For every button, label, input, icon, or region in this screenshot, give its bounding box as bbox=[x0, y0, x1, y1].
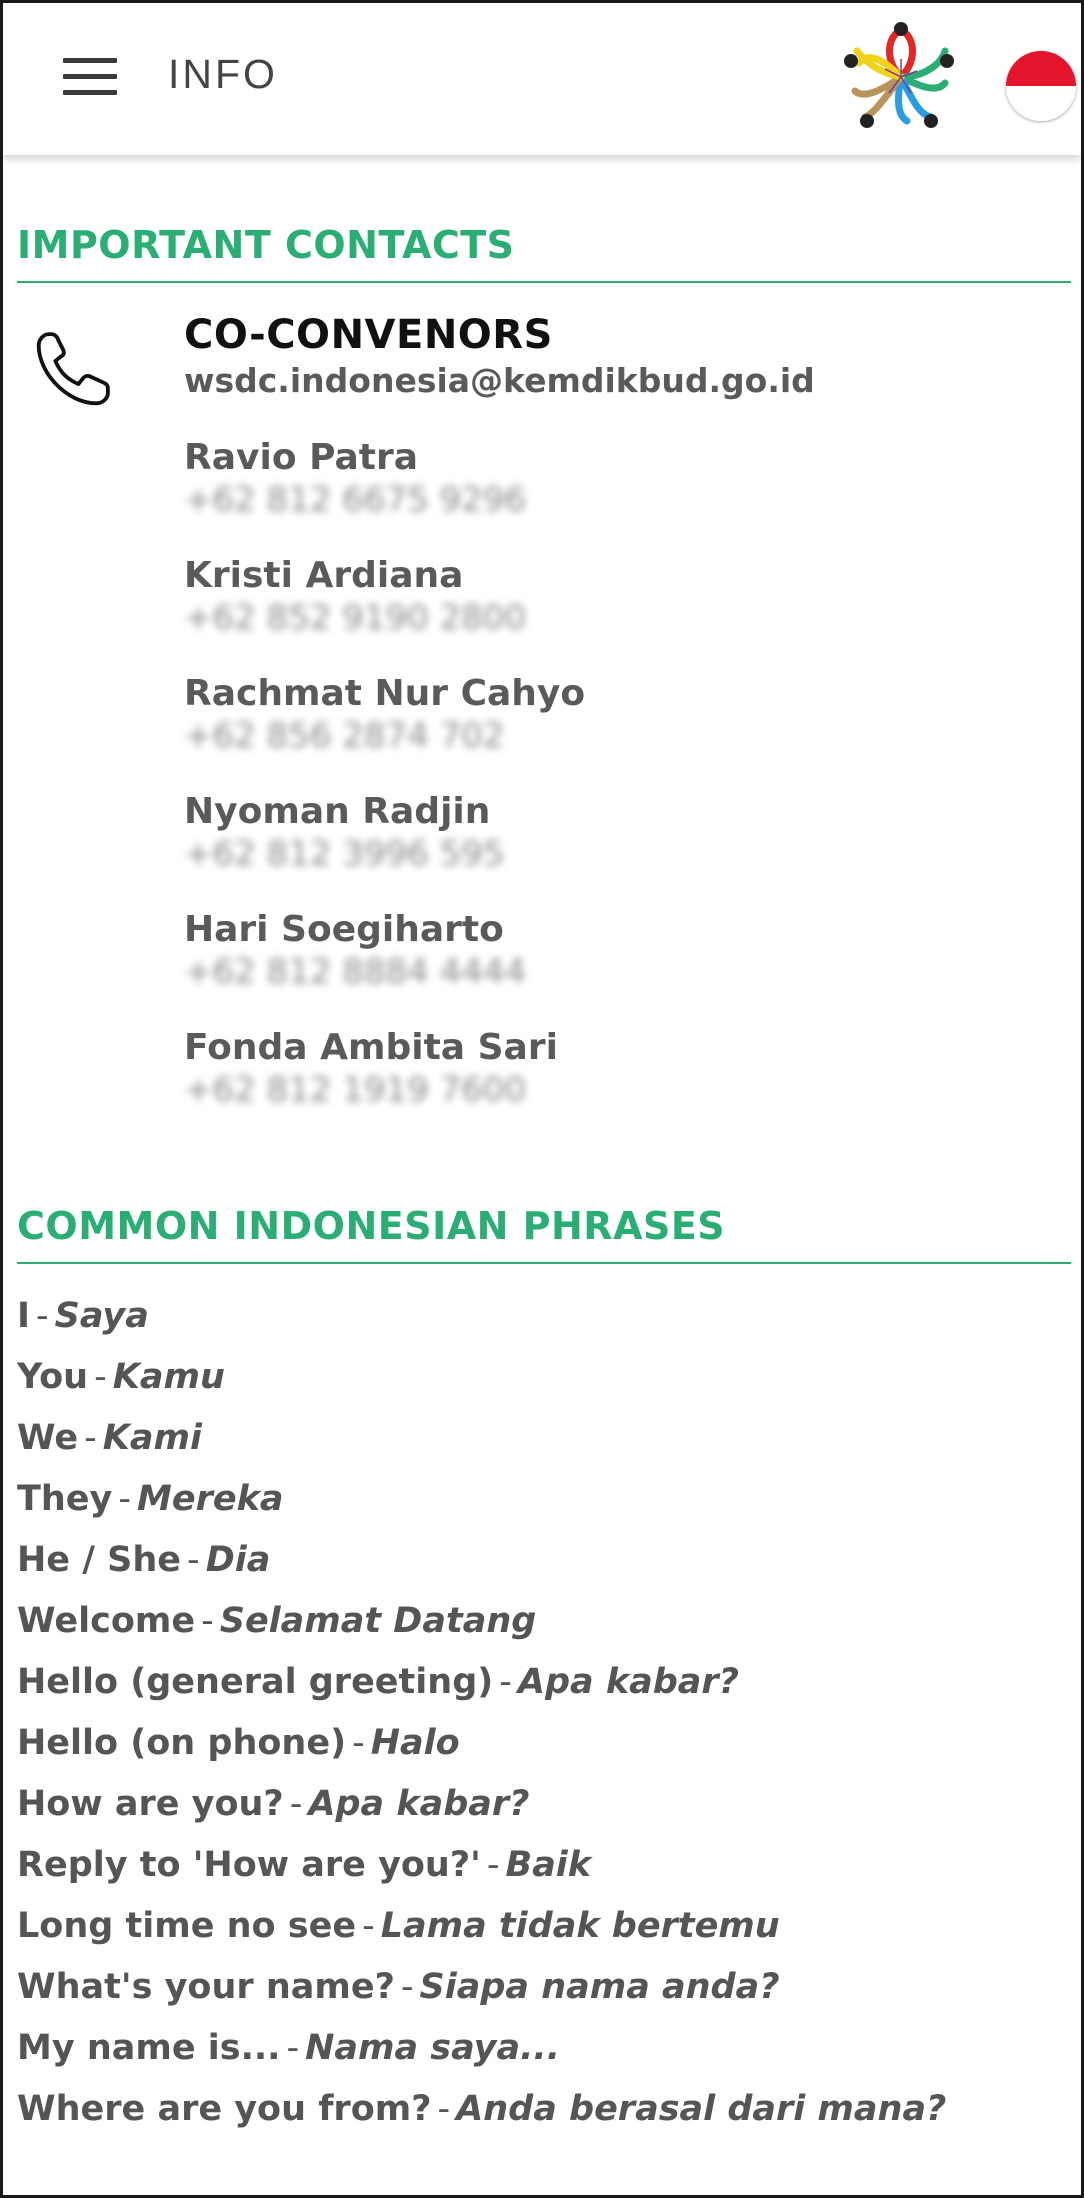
phrase-separator: - bbox=[286, 2028, 300, 2068]
phrase-indonesian: Halo bbox=[370, 1723, 460, 1763]
phrase-separator: - bbox=[437, 2089, 451, 2129]
phrase-item: They - Mereka bbox=[17, 1469, 1071, 1530]
phrase-english: How are you? bbox=[17, 1784, 284, 1824]
phrases-section: I - Saya You - Kamu We - Kami They - Mereka He /… bbox=[17, 1264, 1071, 2140]
phrase-item: Hello (general greeting) - Apa kabar? bbox=[17, 1652, 1071, 1713]
phrase-separator: - bbox=[289, 1784, 303, 1824]
phrase-indonesian: Mereka bbox=[137, 1479, 284, 1519]
contact-name: Hari Soegiharto bbox=[184, 909, 504, 950]
phrase-english: Long time no see bbox=[17, 1906, 357, 1946]
phrase-english: Hello (on phone) bbox=[17, 1723, 347, 1763]
contact-name: Ravio Patra bbox=[184, 437, 419, 478]
phrase-english: Welcome bbox=[17, 1601, 196, 1641]
phrase-separator: - bbox=[400, 1967, 414, 2007]
phone-icon bbox=[36, 332, 110, 406]
contact-phone[interactable]: +62 856 2874 702 bbox=[184, 715, 815, 757]
phrase-item: Welcome - Selamat Datang bbox=[17, 1591, 1071, 1652]
phrase-separator: - bbox=[36, 1296, 49, 1336]
co-convenors-heading: CO-CONVENORS bbox=[184, 312, 553, 358]
phrase-separator: - bbox=[201, 1601, 214, 1641]
phrase-english: We bbox=[17, 1418, 79, 1458]
phrase-english: They bbox=[17, 1479, 113, 1519]
flower-logo-icon bbox=[844, 22, 954, 128]
contact-item: Hari Soegiharto +62 812 8884 4444 bbox=[184, 909, 815, 993]
phrase-item: Where are you from? - Anda berasal dari ma… bbox=[17, 2079, 1071, 2140]
indonesia-flag-icon[interactable] bbox=[1006, 51, 1076, 121]
contact-item: Ravio Patra +62 812 6675 9296 bbox=[184, 437, 815, 521]
phrase-separator: - bbox=[187, 1540, 200, 1580]
phrase-indonesian: Baik bbox=[505, 1845, 592, 1885]
phrase-english: He / She bbox=[17, 1540, 182, 1580]
contact-list: CO-CONVENORS wsdc.indonesia@kemdikbud.go… bbox=[184, 311, 815, 1111]
phrase-separator: - bbox=[84, 1418, 97, 1458]
contact-phone[interactable]: +62 812 8884 4444 bbox=[184, 951, 815, 993]
phrases-section-title: COMMON INDONESIAN PHRASES bbox=[17, 1204, 1071, 1264]
contact-name: Rachmat Nur Cahyo bbox=[184, 673, 586, 714]
phrase-item: I - Saya bbox=[17, 1286, 1071, 1347]
phrase-item: Reply to 'How are you?' - Baik bbox=[17, 1835, 1071, 1896]
contact-phone[interactable]: +62 812 3996 595 bbox=[184, 833, 815, 875]
phrase-item: How are you? - Apa kabar? bbox=[17, 1774, 1071, 1835]
contact-name: Fonda Ambita Sari bbox=[184, 1027, 558, 1068]
phrase-indonesian: Kami bbox=[102, 1418, 202, 1458]
phrase-separator: - bbox=[499, 1662, 512, 1702]
phrase-indonesian: Saya bbox=[54, 1296, 149, 1336]
phrase-indonesian: Lama tidak bertemu bbox=[380, 1906, 780, 1946]
phrase-item: My name is... - Nama saya... bbox=[17, 2018, 1071, 2079]
contact-phone[interactable]: +62 852 9190 2800 bbox=[184, 597, 815, 639]
contact-item: Kristi Ardiana +62 852 9190 2800 bbox=[184, 555, 815, 639]
contact-name: Kristi Ardiana bbox=[184, 555, 464, 596]
contact-item: Nyoman Radjin +62 812 3996 595 bbox=[184, 791, 815, 875]
contact-phone[interactable]: +62 812 1919 7600 bbox=[184, 1069, 815, 1111]
contact-name: Nyoman Radjin bbox=[184, 791, 491, 832]
phrase-separator: - bbox=[486, 1845, 500, 1885]
contacts-section: CO-CONVENORS wsdc.indonesia@kemdikbud.go… bbox=[17, 283, 1071, 1204]
app-header: INFO bbox=[3, 3, 1081, 155]
phrase-indonesian: Kamu bbox=[112, 1357, 225, 1397]
phrase-english: I bbox=[17, 1296, 31, 1336]
phrase-indonesian: Anda berasal dari mana? bbox=[456, 2089, 947, 2129]
phrase-item: He / She - Dia bbox=[17, 1530, 1071, 1591]
hamburger-menu-icon[interactable] bbox=[63, 58, 117, 98]
phrase-item: Long time no see - Lama tidak bertemu bbox=[17, 1896, 1071, 1957]
contact-phone[interactable]: +62 812 6675 9296 bbox=[184, 479, 815, 521]
page-title: INFO bbox=[168, 51, 278, 97]
phrase-item: What's your name? - Siapa nama anda? bbox=[17, 1957, 1071, 2018]
info-content: IMPORTANT CONTACTS CO-CONVENORS wsdc.ind… bbox=[17, 155, 1071, 2140]
phrase-indonesian: Nama saya... bbox=[305, 2028, 561, 2068]
phrase-separator: - bbox=[362, 1906, 375, 1946]
contact-item: Rachmat Nur Cahyo +62 856 2874 702 bbox=[184, 673, 815, 757]
phrase-separator: - bbox=[94, 1357, 107, 1397]
phrase-indonesian: Dia bbox=[205, 1540, 271, 1580]
phrase-separator: - bbox=[352, 1723, 365, 1763]
contact-item: Fonda Ambita Sari +62 812 1919 7600 bbox=[184, 1027, 815, 1111]
phrase-english: Reply to 'How are you?' bbox=[17, 1845, 481, 1885]
phrase-english: What's your name? bbox=[17, 1967, 395, 2007]
phrase-item: Hello (on phone) - Halo bbox=[17, 1713, 1071, 1774]
phrase-english: You bbox=[17, 1357, 89, 1397]
contacts-section-title: IMPORTANT CONTACTS bbox=[17, 223, 1071, 283]
co-convenors-email[interactable]: wsdc.indonesia@kemdikbud.go.id bbox=[184, 359, 815, 403]
phrase-english: Where are you from? bbox=[17, 2089, 432, 2129]
phrase-english: Hello (general greeting) bbox=[17, 1662, 494, 1702]
phrase-item: We - Kami bbox=[17, 1408, 1071, 1469]
phrase-indonesian: Apa kabar? bbox=[308, 1784, 530, 1824]
phrase-english: My name is... bbox=[17, 2028, 281, 2068]
phrase-indonesian: Siapa nama anda? bbox=[419, 1967, 780, 2007]
phrase-indonesian: Selamat Datang bbox=[219, 1601, 537, 1641]
phrase-separator: - bbox=[118, 1479, 131, 1519]
phrase-indonesian: Apa kabar? bbox=[517, 1662, 739, 1702]
phrase-item: You - Kamu bbox=[17, 1347, 1071, 1408]
